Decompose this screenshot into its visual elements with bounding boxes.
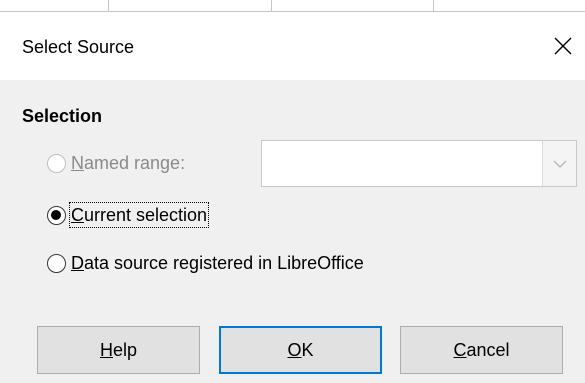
data-source-option[interactable]: Data source registered in LibreOffice: [47, 250, 364, 276]
combo-dropdown-button[interactable]: [542, 141, 576, 186]
select-source-dialog: Select Source Selection Named range: Cur…: [0, 12, 585, 383]
current-selection-label: Current selection: [68, 202, 210, 228]
chevron-down-icon: [553, 160, 566, 168]
spreadsheet-background: [0, 0, 585, 12]
column-divider: [271, 0, 272, 11]
data-source-label: Data source registered in LibreOffice: [71, 253, 364, 273]
column-divider: [108, 0, 109, 11]
column-divider: [433, 0, 434, 11]
named-range-combobox[interactable]: [261, 140, 577, 187]
dialog-titlebar: Select Source: [0, 12, 585, 80]
current-selection-radio[interactable]: [47, 205, 66, 225]
selection-section-label: Selection: [22, 106, 103, 126]
named-range-radio[interactable]: [47, 153, 66, 173]
cancel-button[interactable]: Cancel: [400, 326, 563, 374]
data-source-radio[interactable]: [47, 253, 66, 273]
named-range-label: Named range:: [71, 153, 186, 173]
current-selection-option[interactable]: Current selection: [47, 202, 210, 228]
dialog-title: Select Source: [22, 37, 135, 57]
close-button[interactable]: [541, 28, 585, 64]
close-icon: [554, 37, 572, 55]
help-button[interactable]: Help: [37, 326, 200, 374]
ok-button[interactable]: OK: [219, 326, 382, 374]
named-range-option[interactable]: Named range:: [47, 150, 185, 176]
